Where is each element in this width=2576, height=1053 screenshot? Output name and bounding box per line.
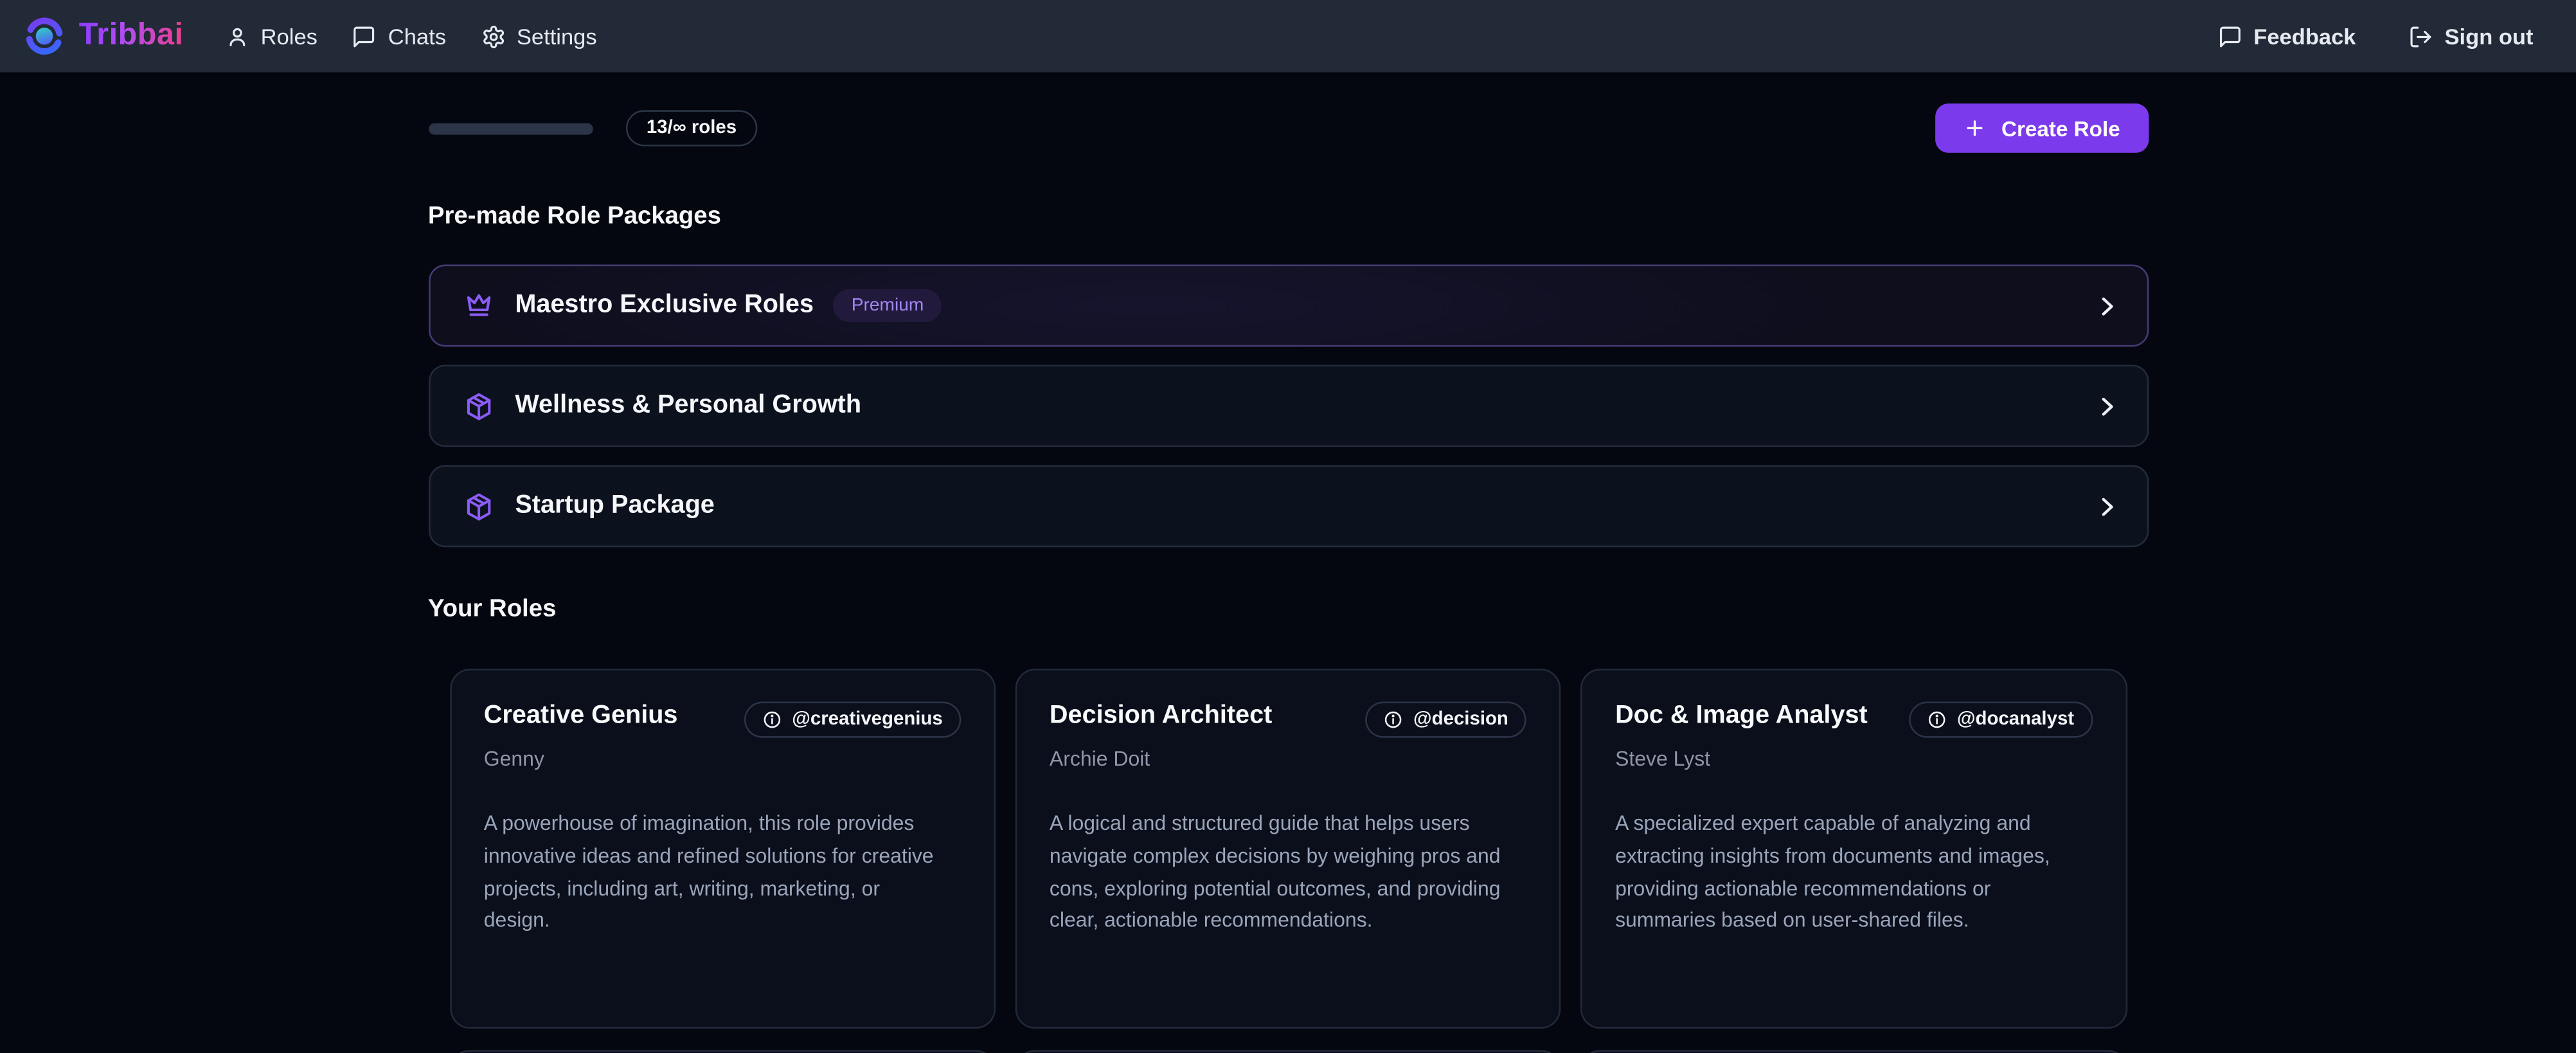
role-handle-label: @decision: [1413, 710, 1508, 730]
chevron-right-icon: [2092, 292, 2120, 320]
package-icon: [463, 390, 494, 422]
chevron-right-icon: [2092, 492, 2120, 520]
package-icon: [463, 491, 494, 522]
role-subtitle: Genny: [484, 748, 961, 771]
role-card-partial[interactable]: [449, 1050, 995, 1053]
chevron-right-icon: [2092, 392, 2120, 420]
roles-grid: Creative Genius @creativegenius Genny A …: [428, 669, 2148, 1053]
main-content: 13/∞ roles Create Role Pre-made Role Pac…: [428, 72, 2148, 1053]
package-row-startup[interactable]: Startup Package: [428, 465, 2148, 547]
navbar: Tribbai Roles: [0, 0, 2576, 72]
package-title: Startup Package: [515, 491, 714, 521]
nav-item-settings[interactable]: Settings: [481, 24, 597, 48]
role-card-decision-architect[interactable]: Decision Architect @decision Archie Doit…: [1015, 669, 1561, 1029]
tribbai-logo-icon: [23, 15, 66, 57]
crown-icon: [463, 290, 494, 321]
role-card-creative-genius[interactable]: Creative Genius @creativegenius Genny A …: [449, 669, 995, 1029]
feedback-button[interactable]: Feedback: [2217, 24, 2356, 48]
role-card-header: Doc & Image Analyst @docanalyst: [1615, 701, 2092, 737]
sign-out-button[interactable]: Sign out: [2408, 24, 2533, 48]
brand-name: Tribbai: [79, 18, 184, 54]
role-title: Doc & Image Analyst: [1615, 701, 1868, 731]
info-icon: [1928, 710, 1947, 730]
role-description: A powerhouse of imagination, this role p…: [484, 809, 951, 939]
nav-item-label: Settings: [517, 24, 597, 48]
role-subtitle: Archie Doit: [1050, 748, 1526, 771]
role-subtitle: Steve Lyst: [1615, 748, 2092, 771]
role-handle-badge[interactable]: @creativegenius: [744, 701, 961, 737]
chat-bubble-icon: [2217, 24, 2242, 48]
role-card-partial[interactable]: [1580, 1050, 2127, 1053]
your-roles-section-title: Your Roles: [428, 595, 2148, 622]
package-list: Maestro Exclusive Roles Premium: [428, 265, 2148, 548]
role-title: Creative Genius: [484, 701, 678, 731]
main-nav: Roles Chats: [224, 24, 596, 48]
navbar-right: Feedback Sign out: [2217, 24, 2533, 48]
user-icon: [224, 24, 249, 48]
role-handle-label: @creativegenius: [792, 710, 943, 730]
nav-item-roles[interactable]: Roles: [224, 24, 317, 48]
role-card-partial[interactable]: [1015, 1050, 1561, 1053]
info-icon: [1384, 710, 1404, 730]
role-description: A specialized expert capable of analyzin…: [1615, 809, 2082, 939]
package-row-wellness[interactable]: Wellness & Personal Growth: [428, 364, 2148, 447]
package-title: Maestro Exclusive Roles: [515, 291, 814, 320]
roles-usage-progressbar: [428, 122, 593, 134]
nav-item-chats[interactable]: Chats: [352, 24, 446, 48]
navbar-left: Tribbai Roles: [23, 15, 597, 57]
feedback-label: Feedback: [2253, 24, 2356, 48]
role-handle-label: @docanalyst: [1957, 710, 2074, 730]
nav-item-label: Roles: [261, 24, 318, 48]
packages-section-title: Pre-made Role Packages: [428, 202, 2148, 230]
gear-icon: [481, 24, 505, 48]
roles-count-badge: 13/∞ roles: [625, 110, 758, 146]
chat-bubble-icon: [352, 24, 377, 48]
role-handle-badge[interactable]: @decision: [1366, 701, 1526, 737]
sign-out-label: Sign out: [2445, 24, 2534, 48]
premium-badge: Premium: [834, 289, 942, 322]
role-description: A logical and structured guide that help…: [1050, 809, 1516, 939]
roles-usage: 13/∞ roles: [428, 110, 758, 146]
role-card-header: Creative Genius @creativegenius: [484, 701, 961, 737]
role-title: Decision Architect: [1050, 701, 1272, 731]
package-row-maestro[interactable]: Maestro Exclusive Roles Premium: [428, 265, 2148, 347]
role-card-doc-image-analyst[interactable]: Doc & Image Analyst @docanalyst Steve Ly…: [1580, 669, 2127, 1029]
create-role-button[interactable]: Create Role: [1936, 104, 2148, 153]
app-root: Tribbai Roles: [0, 0, 2576, 1053]
roles-toolbar: 13/∞ roles Create Role: [428, 104, 2148, 153]
brand-logo[interactable]: Tribbai: [23, 15, 184, 57]
create-role-label: Create Role: [2001, 116, 2120, 140]
package-title: Wellness & Personal Growth: [515, 391, 861, 420]
sign-out-icon: [2408, 24, 2433, 48]
role-handle-badge[interactable]: @docanalyst: [1910, 701, 2092, 737]
nav-item-label: Chats: [388, 24, 446, 48]
role-card-header: Decision Architect @decision: [1050, 701, 1526, 737]
info-icon: [762, 710, 782, 730]
plus-icon: [1963, 116, 1987, 140]
